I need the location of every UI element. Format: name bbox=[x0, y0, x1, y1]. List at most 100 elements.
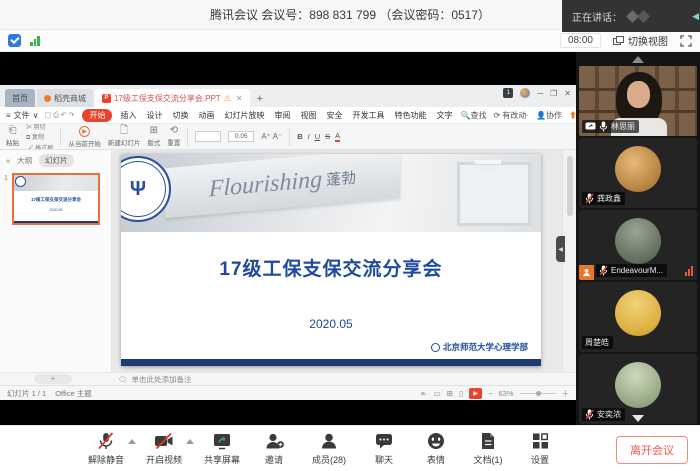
menu-item-slideshow[interactable]: 幻灯片放映 bbox=[222, 109, 266, 122]
wps-statusbar: 幻灯片 1 / 1 Office 主题 ≡· ▭ ⊞ ▯ ▶ − 63% ＋ bbox=[0, 385, 576, 400]
shared-screen-stage: 首页 稻壳商城 P 17级工保支保交流分享会.PPT ⚠ ✕ + 1 ─ ❒ ✕… bbox=[0, 52, 700, 425]
add-slide-button[interactable]: + bbox=[34, 374, 72, 384]
menu-item-home[interactable]: 开始 bbox=[82, 109, 112, 122]
chat-button[interactable]: 聊天 bbox=[358, 431, 410, 466]
play-from-current-button[interactable]: ▶从当前开始 bbox=[68, 126, 101, 148]
outline-tab[interactable]: 大纲 bbox=[17, 155, 32, 166]
panel-collapse-tab[interactable]: ◀ bbox=[556, 236, 565, 262]
close-tab-icon[interactable]: ✕ bbox=[236, 94, 243, 103]
layout-button[interactable]: ⊞版式 bbox=[147, 126, 160, 147]
slideshow-play-button[interactable]: ▶ bbox=[469, 388, 482, 399]
invite-button[interactable]: 邀请 bbox=[248, 431, 300, 466]
switch-view-button[interactable]: 切换视图 bbox=[613, 33, 668, 48]
menu-item-security[interactable]: 安全 bbox=[324, 109, 344, 122]
file-menu[interactable]: ≡ 文件 ∨ bbox=[6, 110, 39, 121]
menu-item-transition[interactable]: 切换 bbox=[170, 109, 190, 122]
participant-tile[interactable]: 林思丽 bbox=[579, 66, 697, 136]
participant-name: 林思丽 bbox=[611, 121, 635, 132]
font-color-button[interactable]: A bbox=[335, 131, 340, 142]
slide-page[interactable]: Flourishing 蓬勃 Ψ 17级工保支保交流分享会 2020.05 北京… bbox=[121, 154, 541, 366]
paste-button[interactable]: ⎗粘贴 bbox=[6, 126, 19, 147]
notes-placeholder[interactable]: 🗨 单击此处添加备注 bbox=[118, 374, 192, 385]
unmute-button[interactable]: 解除静音 bbox=[80, 431, 132, 466]
emoji-button[interactable]: 表情 bbox=[410, 431, 462, 466]
fullscreen-icon[interactable] bbox=[680, 35, 692, 47]
wps-ribbon: ⎗粘贴 ✂ 剪切 ⧉ 复制 🖌 格式刷 ▶从当前开始 🗋新建幻灯片 ⊞版式 ⟲重… bbox=[0, 124, 576, 150]
participants-sidebar: 林思丽 龚政鑫 EndeavourM... bbox=[576, 52, 700, 425]
menu-item-insert[interactable]: 插入 bbox=[118, 109, 138, 122]
mic-options-caret[interactable] bbox=[128, 439, 136, 444]
video-options-caret[interactable] bbox=[186, 439, 194, 444]
settings-button[interactable]: 设置 bbox=[514, 431, 566, 466]
normal-view-icon[interactable]: ▭ bbox=[434, 389, 441, 398]
view-notes-icon[interactable]: ≡· bbox=[421, 389, 428, 398]
close-window-icon[interactable]: ✕ bbox=[564, 89, 571, 98]
copy-button[interactable]: ⧉ 复制 bbox=[26, 132, 53, 142]
flourishing-sign: Flourishing 蓬勃 bbox=[165, 154, 400, 218]
menu-item-design[interactable]: 设计 bbox=[144, 109, 164, 122]
maximize-icon[interactable]: ❒ bbox=[550, 89, 557, 98]
format-painter-button[interactable]: 🖌 格式刷 bbox=[26, 143, 53, 151]
scroll-up-icon[interactable] bbox=[632, 56, 644, 63]
menu-item-view[interactable]: 视图 bbox=[298, 109, 318, 122]
tab-store[interactable]: 稻壳商城 bbox=[37, 89, 93, 107]
start-video-button[interactable]: 开启视频 bbox=[138, 431, 190, 466]
scroll-down-icon[interactable] bbox=[632, 415, 644, 422]
docs-button[interactable]: 文档(1) bbox=[462, 431, 514, 466]
menu-item-text[interactable]: 文字 bbox=[434, 109, 454, 122]
menu-item-review[interactable]: 审阅 bbox=[272, 109, 292, 122]
minimize-icon[interactable]: ─ bbox=[537, 89, 543, 98]
vertical-scrollbar[interactable] bbox=[567, 156, 573, 216]
strikethrough-button[interactable]: S bbox=[325, 132, 330, 141]
font-name-box[interactable] bbox=[195, 131, 221, 142]
security-shield-icon[interactable] bbox=[8, 34, 21, 47]
host-badge-icon bbox=[579, 265, 594, 280]
zoom-slider[interactable] bbox=[520, 393, 556, 394]
university-logo: 北京师范大学心理学部 bbox=[431, 341, 528, 353]
cut-button[interactable]: ✂ 剪切 bbox=[26, 124, 53, 131]
reading-view-icon[interactable]: ▯ bbox=[459, 389, 463, 398]
notification-badge[interactable]: 1 bbox=[503, 88, 513, 98]
underline-button[interactable]: U bbox=[315, 132, 320, 141]
font-grow-shrink[interactable]: A⁺ A⁻ bbox=[261, 132, 282, 141]
menu-item-animation[interactable]: 动画 bbox=[196, 109, 216, 122]
members-button[interactable]: 成员(28) bbox=[300, 431, 358, 466]
sorter-view-icon[interactable]: ⊞ bbox=[447, 389, 453, 398]
new-tab-button[interactable]: + bbox=[257, 93, 263, 107]
menu-item-devtools[interactable]: 开发工具 bbox=[350, 109, 386, 122]
document-icon bbox=[479, 431, 497, 451]
panel-collapse-button[interactable]: « bbox=[6, 156, 10, 165]
new-slide-icon: 🗋 bbox=[120, 126, 128, 136]
leave-meeting-button[interactable]: 离开会议 bbox=[616, 436, 688, 464]
collab-button[interactable]: 👤协作 bbox=[536, 110, 562, 121]
tab-home[interactable]: 首页 bbox=[5, 89, 35, 107]
zoom-out-icon[interactable]: − bbox=[488, 389, 492, 398]
network-signal-icon bbox=[30, 36, 40, 46]
italic-button[interactable]: I bbox=[308, 132, 310, 141]
slide-thumbnail[interactable]: 17级工保支保交流分享会 2020.05 bbox=[12, 173, 100, 225]
new-slide-button[interactable]: 🗋新建幻灯片 bbox=[108, 126, 141, 147]
share-button[interactable]: ⬆分享 bbox=[569, 110, 576, 121]
tab-document-active[interactable]: P 17级工保支保交流分享会.PPT ⚠ ✕ bbox=[95, 89, 250, 107]
bold-button[interactable]: B bbox=[297, 132, 302, 141]
participant-tile[interactable]: 龚政鑫 bbox=[579, 138, 697, 208]
participant-tile[interactable]: 安奕浓 bbox=[579, 354, 697, 424]
font-size-box[interactable]: 0.05 bbox=[228, 131, 254, 142]
wps-account-avatar[interactable] bbox=[520, 88, 530, 98]
meeting-statusbar: 08:00 切换视图 bbox=[0, 30, 700, 52]
participant-tile[interactable]: EndeavourM... bbox=[579, 210, 697, 280]
quick-access-icons[interactable]: ▢⎙↶↷ bbox=[45, 111, 77, 120]
layout-icon: ⊞ bbox=[150, 126, 158, 136]
search-button[interactable]: 🔍查找 bbox=[460, 110, 486, 121]
changes-status[interactable]: ⟳ 有改动· bbox=[493, 110, 529, 121]
participant-name: 安奕浓 bbox=[597, 409, 621, 420]
slides-tab[interactable]: 幻灯片 bbox=[39, 154, 74, 167]
participant-tile[interactable]: 周楚皓 bbox=[579, 282, 697, 352]
reset-button[interactable]: ⟲重置 bbox=[167, 126, 180, 147]
speaking-label: 正在讲话： bbox=[572, 9, 622, 24]
share-screen-button[interactable]: 共享屏幕 bbox=[196, 431, 248, 466]
zoom-in-icon[interactable]: ＋ bbox=[562, 388, 570, 399]
mini-seal-icon bbox=[431, 343, 440, 352]
collapse-arrow-icon[interactable]: ◀ bbox=[692, 11, 700, 22]
menu-item-features[interactable]: 特色功能 bbox=[392, 109, 428, 122]
